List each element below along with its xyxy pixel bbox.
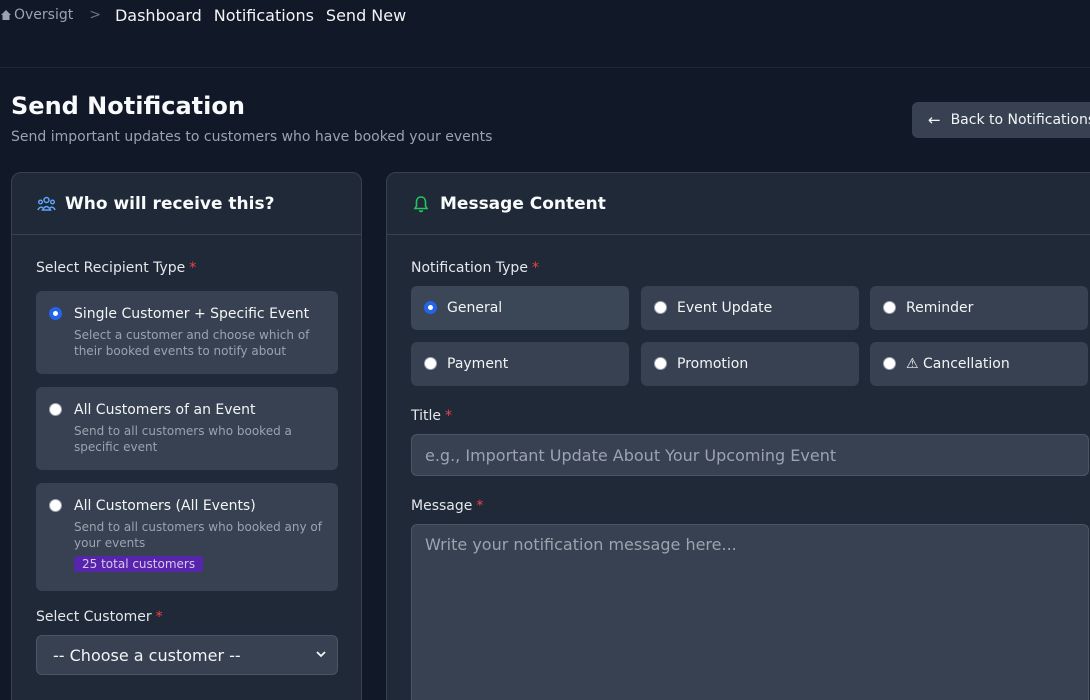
- message-textarea[interactable]: Write your notification message here...: [411, 524, 1089, 700]
- type-option-label: Reminder: [906, 300, 974, 316]
- recipient-option-event[interactable]: All Customers of an Event Send to all cu…: [36, 387, 338, 470]
- type-option-label: Payment: [447, 356, 509, 372]
- page-subtitle: Send important updates to customers who …: [11, 129, 493, 145]
- title-input[interactable]: e.g., Important Update About Your Upcomi…: [411, 434, 1089, 476]
- message-panel: Message Content Notification Type * Gener…: [386, 172, 1090, 700]
- recipient-type-label: Select Recipient Type *: [36, 260, 196, 276]
- recipient-option-all[interactable]: All Customers (All Events) Send to all c…: [36, 483, 338, 591]
- type-radio-event-update[interactable]: [654, 301, 667, 314]
- message-panel-title: Message Content: [440, 193, 606, 214]
- type-option-cancellation[interactable]: ⚠ Cancellation: [870, 342, 1088, 386]
- type-option-label: Promotion: [677, 356, 749, 372]
- recipient-option-title: Single Customer + Specific Event: [74, 306, 310, 322]
- required-marker: *: [476, 498, 484, 514]
- brand-name: Oversigt: [14, 7, 74, 23]
- recipients-panel-header: Who will receive this?: [12, 173, 361, 235]
- customer-count-badge: 25 total customers: [74, 556, 204, 572]
- type-radio-cancellation[interactable]: [883, 357, 896, 370]
- type-option-label: General: [447, 300, 503, 316]
- recipient-radio-event[interactable]: [49, 403, 62, 416]
- home-icon: [1, 10, 11, 20]
- recipient-radio-single[interactable]: [49, 307, 62, 320]
- recipient-option-desc: Send to all customers who booked a speci…: [74, 424, 292, 454]
- recipient-type-label-text: Select Recipient Type: [36, 260, 186, 276]
- recipient-option-single[interactable]: Single Customer + Specific Event Select …: [36, 291, 338, 374]
- recipient-radio-all[interactable]: [49, 499, 62, 512]
- type-option-promotion[interactable]: Promotion: [641, 342, 859, 386]
- customer-label: Select Customer *: [36, 609, 163, 625]
- recipients-panel: Who will receive this? Select Recipient …: [11, 172, 362, 700]
- notification-type-label-text: Notification Type: [411, 260, 528, 276]
- breadcrumb: Oversigt > Dashboard Notifications Send …: [0, 5, 418, 25]
- back-button-label: Back to Notifications: [950, 112, 1090, 128]
- type-option-payment[interactable]: Payment: [411, 342, 629, 386]
- type-radio-payment[interactable]: [424, 357, 437, 370]
- type-radio-reminder[interactable]: [883, 301, 896, 314]
- title-placeholder: e.g., Important Update About Your Upcomi…: [425, 445, 837, 465]
- type-option-label: Event Update: [677, 300, 773, 316]
- users-icon: [36, 194, 56, 214]
- page-title: Send Notification: [11, 92, 245, 120]
- recipients-panel-title: Who will receive this?: [65, 193, 275, 214]
- title-label-text: Title: [411, 408, 442, 424]
- required-marker: *: [189, 260, 197, 276]
- recipient-option-desc: Select a customer and choose which of th…: [74, 328, 310, 358]
- back-to-notifications-button[interactable]: ← Back to Notifications: [912, 102, 1090, 138]
- customer-select[interactable]: -- Choose a customer --: [36, 635, 338, 675]
- required-marker: *: [155, 609, 163, 625]
- notification-type-label: Notification Type *: [411, 260, 539, 276]
- customer-select-value: -- Choose a customer --: [53, 645, 241, 665]
- message-panel-header: Message Content: [387, 173, 1090, 235]
- message-placeholder: Write your notification message here...: [425, 535, 737, 554]
- bell-icon: [411, 194, 431, 214]
- breadcrumb-dashboard[interactable]: Dashboard: [115, 6, 202, 25]
- type-option-general[interactable]: General: [411, 286, 629, 330]
- breadcrumb-separator: >: [89, 7, 101, 23]
- type-option-reminder[interactable]: Reminder: [870, 286, 1088, 330]
- type-radio-promotion[interactable]: [654, 357, 667, 370]
- breadcrumb-send-new[interactable]: Send New: [326, 6, 406, 25]
- required-marker: *: [445, 408, 453, 424]
- type-option-event-update[interactable]: Event Update: [641, 286, 859, 330]
- title-label: Title *: [411, 408, 452, 424]
- brand-link[interactable]: Oversigt: [0, 7, 73, 23]
- type-radio-general[interactable]: [424, 301, 437, 314]
- recipient-option-desc: Send to all customers who booked any of …: [74, 520, 322, 550]
- required-marker: *: [531, 260, 539, 276]
- recipient-option-title: All Customers of an Event: [74, 402, 256, 418]
- chevron-down-icon: [316, 651, 326, 658]
- breadcrumb-notifications[interactable]: Notifications: [214, 6, 314, 25]
- message-label: Message *: [411, 498, 483, 514]
- arrow-left-icon: ←: [928, 111, 941, 129]
- customer-label-text: Select Customer: [36, 609, 152, 625]
- message-label-text: Message: [411, 498, 473, 514]
- recipient-option-title: All Customers (All Events): [74, 498, 256, 514]
- type-option-label: ⚠ Cancellation: [906, 356, 1010, 372]
- top-bar: Oversigt > Dashboard Notifications Send …: [0, 0, 1090, 68]
